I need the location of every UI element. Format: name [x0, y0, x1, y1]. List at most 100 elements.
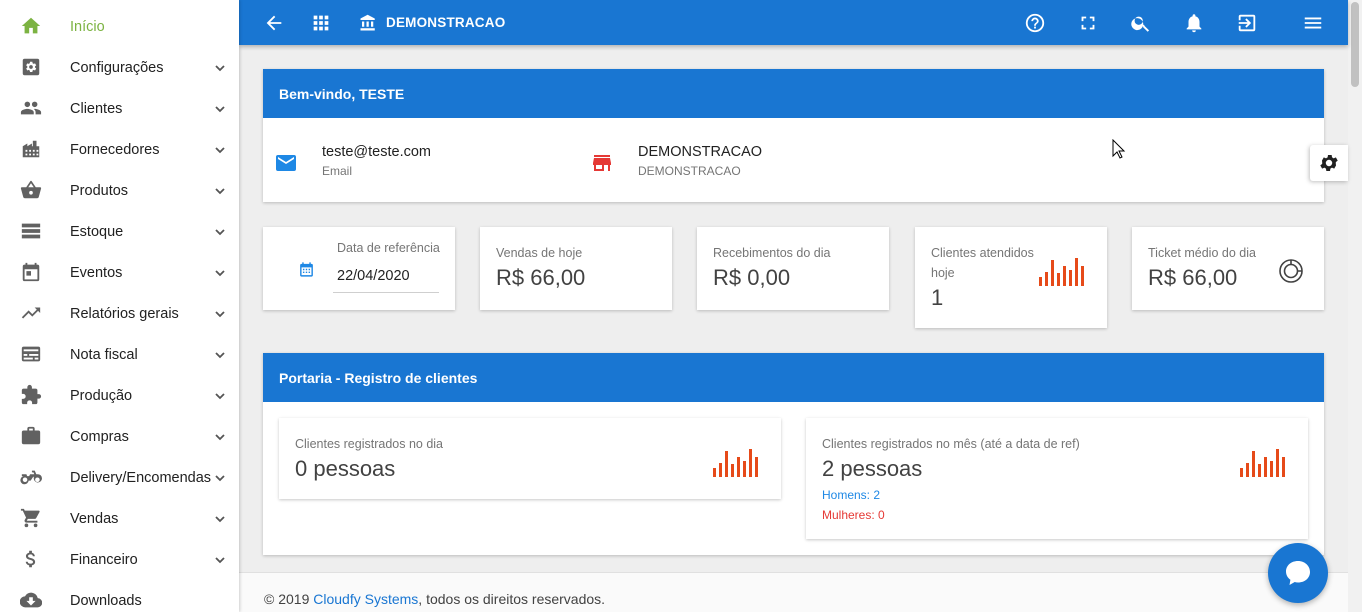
- bar-chart-icon: [1240, 449, 1286, 477]
- sidebar-item-configuracoes[interactable]: Configurações: [0, 47, 239, 88]
- sidebar-item-label: Clientes: [70, 100, 123, 117]
- email-label: Email: [322, 164, 353, 178]
- clients-day-card: Clientes registrados no dia 0 pessoas: [279, 418, 781, 499]
- sidebar-item-delivery-encomendas[interactable]: Delivery/Encomendas: [0, 457, 239, 498]
- people-icon: [19, 96, 43, 120]
- basket-icon: [19, 178, 43, 202]
- sidebar-item-vendas[interactable]: Vendas: [0, 498, 239, 539]
- reference-date-input[interactable]: [333, 259, 439, 293]
- sidebar-item-label: Vendas: [70, 510, 119, 527]
- chevron-down-icon: [213, 348, 227, 362]
- receipts-today-value: R$ 0,00: [713, 265, 791, 290]
- bell-icon[interactable]: [1182, 11, 1206, 35]
- sidebar-item-clientes[interactable]: Clientes: [0, 88, 239, 129]
- portaria-card: Portaria - Registro de clientes Clientes…: [263, 353, 1324, 555]
- sidebar-item-eventos[interactable]: Eventos: [0, 252, 239, 293]
- company-name[interactable]: DEMONSTRACAO: [386, 15, 505, 30]
- copyright-suffix: , todos os direitos reservados.: [418, 591, 606, 607]
- sales-today-card: Vendas de hoje R$ 66,00: [480, 227, 672, 310]
- chat-button[interactable]: [1268, 543, 1328, 603]
- chevron-down-icon: [213, 143, 227, 157]
- chevron-down-icon: [213, 61, 227, 75]
- back-arrow-icon[interactable]: [262, 11, 286, 35]
- sidebar-item-produtos[interactable]: Produtos: [0, 170, 239, 211]
- sidebar-item-label: Nota fiscal: [70, 346, 138, 363]
- welcome-title: Bem-vindo, TESTE: [263, 69, 1324, 118]
- bank-icon: [357, 11, 379, 35]
- calendar-icon: [298, 261, 315, 278]
- gear-icon: [1320, 155, 1338, 171]
- chevron-down-icon: [213, 266, 227, 280]
- sidebar-item-estoque[interactable]: Estoque: [0, 211, 239, 252]
- sidebar-item-label: Compras: [70, 428, 129, 445]
- chevron-down-icon: [213, 184, 227, 198]
- motorcycle-icon: [19, 465, 43, 489]
- sidebar-item-compras[interactable]: Compras: [0, 416, 239, 457]
- sidebar-item-label: Configurações: [70, 59, 164, 76]
- help-icon[interactable]: [1023, 11, 1047, 35]
- sidebar-item-label: Estoque: [70, 223, 124, 240]
- cloud-download-icon: [19, 588, 43, 612]
- mouse-cursor-icon: [1112, 138, 1126, 159]
- copyright: © 2019 Cloudfy Systems, todos os direito…: [264, 591, 605, 607]
- trending-up-icon: [19, 301, 43, 325]
- clients-day-label: Clientes registrados no dia: [295, 437, 443, 451]
- cart-icon: [19, 506, 43, 530]
- sidebar-item-label: Delivery/Encomendas: [70, 469, 212, 486]
- chevron-down-icon: [213, 553, 227, 567]
- search-icon[interactable]: [1129, 11, 1153, 35]
- apps-grid-icon[interactable]: [309, 11, 333, 35]
- reference-date-label: Data de referência: [337, 241, 440, 255]
- sidebar-item-financeiro[interactable]: Financeiro: [0, 539, 239, 580]
- store-label: DEMONSTRACAO: [638, 164, 741, 178]
- sidebar-item-label: Início: [70, 18, 105, 35]
- sidebar-item-fornecedores[interactable]: Fornecedores: [0, 129, 239, 170]
- sidebar-item-label: Fornecedores: [70, 141, 160, 158]
- puzzle-icon: [19, 383, 43, 407]
- sidebar-item-producao[interactable]: Produção: [0, 375, 239, 416]
- sidebar: Início Configurações Clientes Fornecedor…: [0, 0, 239, 612]
- sidebar-item-label: Produção: [70, 387, 133, 404]
- scrollbar-thumb[interactable]: [1351, 2, 1359, 87]
- chevron-down-icon: [213, 389, 227, 403]
- sidebar-item-label: Financeiro: [70, 551, 138, 568]
- menu-icon[interactable]: [1301, 11, 1325, 35]
- clients-today-label: Clientes atendidos hoje: [931, 246, 1034, 280]
- company-link[interactable]: Cloudfy Systems: [313, 591, 418, 607]
- clients-day-value: 0 pessoas: [295, 456, 396, 481]
- sidebar-item-inicio[interactable]: Início: [0, 6, 239, 47]
- settings-gear-button[interactable]: [1310, 145, 1348, 181]
- calendar-icon: [19, 260, 43, 284]
- chevron-down-icon: [213, 102, 227, 116]
- ticket-average-value: R$ 66,00: [1148, 265, 1238, 290]
- clients-today-value: 1: [931, 285, 944, 310]
- sidebar-item-downloads[interactable]: Downloads: [0, 580, 239, 612]
- logout-icon[interactable]: [1235, 11, 1259, 35]
- home-icon: [19, 14, 43, 38]
- email-icon: [274, 151, 298, 171]
- store-value: DEMONSTRACAO: [638, 144, 763, 160]
- receipts-today-card: Recebimentos do dia R$ 0,00: [697, 227, 889, 310]
- clients-month-label: Clientes registrados no mês (até a data …: [822, 437, 1080, 451]
- top-bar: DEMONSTRACAO: [239, 0, 1348, 45]
- bar-chart-icon: [713, 449, 759, 477]
- receipts-today-label: Recebimentos do dia: [713, 246, 831, 260]
- sidebar-item-label: Downloads: [70, 592, 142, 609]
- invoice-icon: [19, 342, 43, 366]
- sales-today-value: R$ 66,00: [496, 265, 586, 290]
- chevron-down-icon: [213, 512, 227, 526]
- briefcase-icon: [19, 424, 43, 448]
- vertical-scrollbar[interactable]: [1348, 0, 1362, 612]
- clients-today-card: Clientes atendidos hoje 1: [915, 227, 1107, 328]
- sidebar-item-relatorios-gerais[interactable]: Relatórios gerais: [0, 293, 239, 334]
- list-icon: [19, 219, 43, 243]
- store-icon: [590, 151, 614, 175]
- chevron-down-icon: [213, 471, 227, 485]
- copyright-prefix: © 2019: [264, 591, 314, 607]
- sidebar-item-label: Eventos: [70, 264, 123, 281]
- fullscreen-icon[interactable]: [1076, 11, 1100, 35]
- settings-box-icon: [19, 55, 43, 79]
- sidebar-item-nota-fiscal[interactable]: Nota fiscal: [0, 334, 239, 375]
- women-count: Mulheres: 0: [822, 508, 885, 522]
- clients-month-value: 2 pessoas: [822, 456, 923, 481]
